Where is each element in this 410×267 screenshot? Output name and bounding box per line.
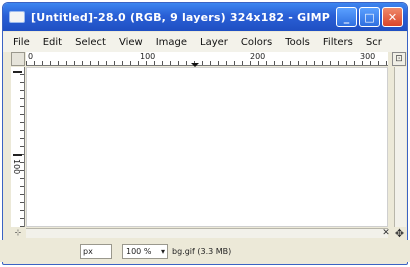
navigate-icon[interactable]: ⊡ — [392, 52, 406, 66]
menu-image[interactable]: Image — [156, 37, 187, 48]
menu-tools[interactable]: Tools — [285, 37, 310, 48]
status-bar: px 100 % ▾ bg.gif (3.3 MB) — [0, 240, 410, 262]
quick-mask-toggle-icon[interactable]: ⊹ — [11, 228, 25, 238]
menu-layer[interactable]: Layer — [200, 37, 228, 48]
unit-selector[interactable]: px — [80, 243, 112, 259]
menu-script-fu[interactable]: Scr — [366, 37, 382, 48]
h-ruler-label: 100 — [140, 52, 156, 61]
menu-edit[interactable]: Edit — [43, 37, 62, 48]
v-ruler-label: 100 — [12, 159, 21, 175]
menu-select[interactable]: Select — [75, 37, 106, 48]
gimp-app-icon — [9, 11, 25, 23]
ruler-origin-button[interactable] — [11, 52, 25, 66]
window-title: [Untitled]-28.0 (RGB, 9 layers) 324x182 … — [31, 10, 331, 24]
pan-navigation-icon[interactable]: ✥ — [393, 227, 406, 240]
window-controls: _ □ ✕ — [336, 7, 403, 27]
menu-file[interactable]: File — [13, 37, 30, 48]
image-canvas[interactable] — [26, 67, 388, 227]
status-message: bg.gif (3.3 MB) — [172, 246, 232, 256]
h-ruler-label: 200 — [250, 52, 266, 61]
menu-bar: File Edit Select View Image Layer Colors… — [3, 32, 407, 52]
horizontal-scrollbar[interactable] — [26, 228, 388, 238]
minimize-button[interactable]: _ — [336, 7, 357, 27]
maximize-button[interactable]: □ — [359, 7, 380, 27]
zoom-selector[interactable]: 100 % ▾ — [122, 243, 168, 259]
close-button[interactable]: ✕ — [382, 7, 403, 27]
menu-view[interactable]: View — [119, 37, 143, 48]
horizontal-ruler[interactable]: 0 100 200 300 — [26, 52, 388, 66]
vertical-scrollbar[interactable] — [394, 67, 406, 227]
v-ruler-marker — [13, 71, 22, 73]
zoom-image-icon[interactable]: ✕ — [380, 228, 392, 238]
zoom-value: 100 % — [126, 246, 152, 256]
title-bar[interactable]: [Untitled]-28.0 (RGB, 9 layers) 324x182 … — [3, 3, 407, 31]
chevron-down-icon: ▾ — [160, 246, 165, 256]
v-ruler-marker — [13, 154, 22, 156]
vertical-ruler[interactable]: 100 — [11, 67, 25, 227]
h-ruler-label: 300 — [360, 52, 376, 61]
h-ruler-label: 0 — [28, 52, 34, 61]
menu-colors[interactable]: Colors — [241, 37, 272, 48]
menu-filters[interactable]: Filters — [323, 37, 353, 48]
